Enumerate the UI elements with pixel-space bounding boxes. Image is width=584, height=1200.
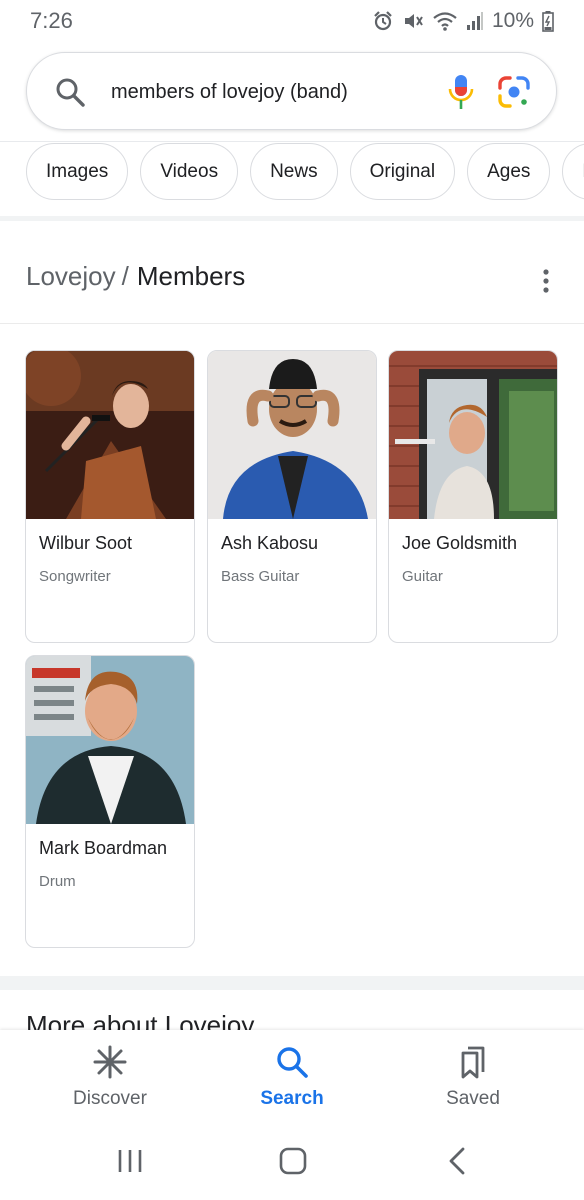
member-card[interactable]: Wilbur Soot Songwriter bbox=[25, 350, 195, 643]
status-time: 7:26 bbox=[30, 8, 73, 33]
member-photo bbox=[26, 656, 194, 824]
page-title: Members bbox=[136, 261, 246, 291]
search-box[interactable]: members of lovejoy (band) bbox=[26, 52, 557, 130]
breadcrumb: Lovejoy / Members bbox=[26, 256, 245, 296]
member-card[interactable]: Mark Boardman Drum bbox=[25, 655, 195, 948]
member-role: Guitar bbox=[402, 568, 443, 585]
home-icon[interactable] bbox=[273, 1146, 313, 1176]
member-name: Ash Kabosu bbox=[221, 533, 319, 553]
back-icon[interactable] bbox=[437, 1146, 477, 1176]
member-card[interactable]: Ash Kabosu Bass Guitar bbox=[207, 350, 377, 643]
header-divider bbox=[0, 141, 584, 142]
section-divider bbox=[0, 216, 584, 221]
member-role: Songwriter bbox=[39, 568, 111, 585]
search-icon[interactable] bbox=[55, 77, 85, 107]
mic-icon[interactable] bbox=[447, 73, 475, 111]
nav-discover[interactable]: Discover bbox=[35, 1030, 185, 1122]
nav-search[interactable]: Search bbox=[217, 1030, 367, 1122]
nav-label: Saved bbox=[446, 1088, 500, 1109]
member-name: Joe Goldsmith bbox=[402, 533, 518, 553]
signal-icon bbox=[466, 11, 484, 31]
nav-label: Search bbox=[260, 1088, 324, 1109]
wifi-icon bbox=[432, 10, 458, 32]
tab-images[interactable]: Images bbox=[26, 143, 129, 200]
member-name: Wilbur Soot bbox=[39, 533, 133, 553]
alarm-icon bbox=[372, 10, 394, 32]
tab-ages[interactable]: Ages bbox=[467, 143, 551, 200]
lens-icon[interactable] bbox=[497, 75, 531, 109]
bookmarks-icon bbox=[456, 1045, 490, 1079]
member-photo bbox=[208, 351, 376, 519]
system-navigation bbox=[0, 1122, 584, 1200]
tab-original[interactable]: Original bbox=[349, 143, 456, 200]
battery-level: 10% bbox=[491, 9, 534, 32]
member-role: Drum bbox=[39, 873, 76, 890]
search-tabs: Images Videos News Original Ages Bo bbox=[26, 143, 584, 201]
status-icons: 10% bbox=[372, 9, 554, 33]
nav-saved[interactable]: Saved bbox=[398, 1030, 548, 1122]
tab-videos[interactable]: Videos bbox=[140, 143, 239, 200]
section-divider bbox=[0, 976, 584, 990]
google-search-page: 7:26 10% members of lovejoy (band) Image… bbox=[0, 0, 584, 1200]
member-card[interactable]: Joe Goldsmith Guitar bbox=[388, 350, 558, 643]
bottom-navigation: Discover Search Saved bbox=[0, 1030, 584, 1122]
panel-divider bbox=[0, 323, 584, 324]
tab-news[interactable]: News bbox=[250, 143, 338, 200]
nav-label: Discover bbox=[73, 1088, 147, 1109]
search-icon bbox=[275, 1045, 309, 1079]
member-photo bbox=[389, 351, 557, 519]
breadcrumb-parent[interactable]: Lovejoy bbox=[26, 261, 116, 291]
recent-apps-icon[interactable] bbox=[111, 1146, 151, 1176]
battery-icon bbox=[542, 10, 554, 32]
tab-more-cut-off[interactable]: Bo bbox=[562, 143, 584, 200]
member-name: Mark Boardman bbox=[39, 838, 168, 858]
status-bar: 7:26 10% bbox=[0, 0, 584, 42]
search-input[interactable]: members of lovejoy (band) bbox=[111, 53, 348, 131]
member-photo bbox=[26, 351, 194, 519]
breadcrumb-separator: / bbox=[121, 261, 129, 291]
asterisk-icon bbox=[93, 1045, 127, 1079]
more-options-icon[interactable] bbox=[536, 268, 556, 294]
member-role: Bass Guitar bbox=[221, 568, 300, 585]
mute-icon bbox=[402, 10, 424, 32]
